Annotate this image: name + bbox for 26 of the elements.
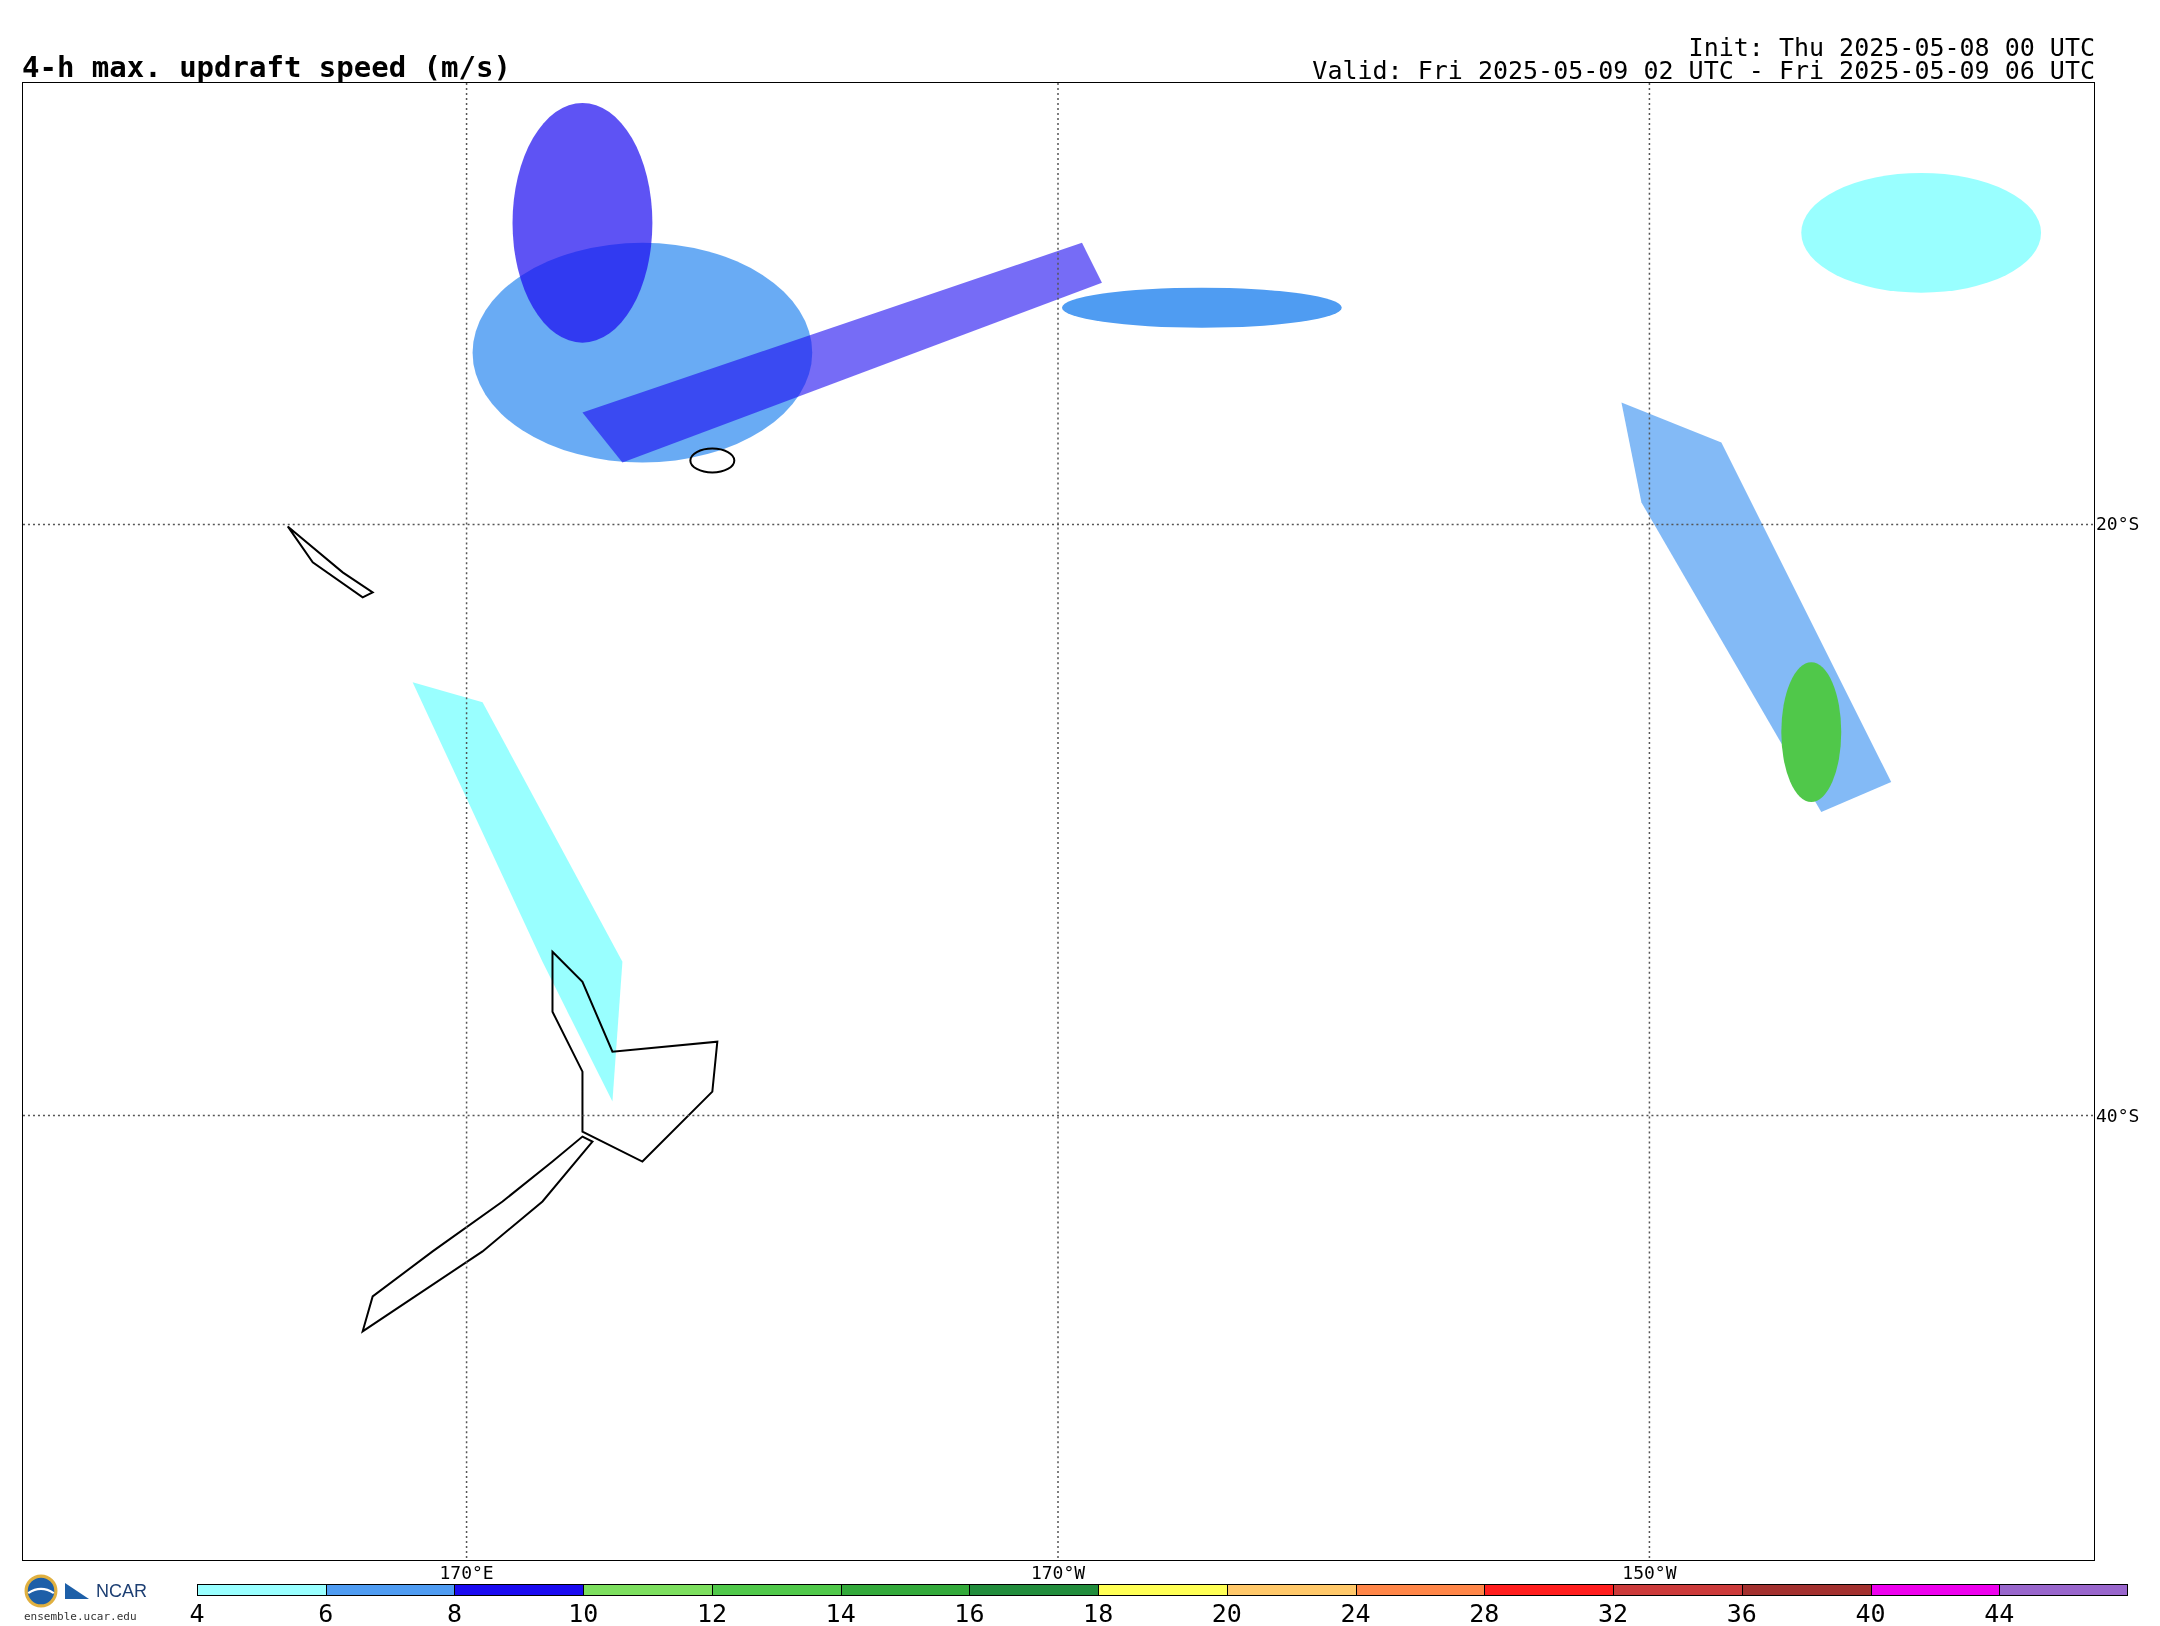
globe-logo-icon — [24, 1574, 58, 1608]
scale-label: 36 — [1726, 1600, 1757, 1626]
latitude-label: 20°S — [2095, 515, 2140, 534]
scale-label: 40 — [1855, 1600, 1886, 1626]
scale-label: 8 — [446, 1600, 462, 1626]
scale-label: 14 — [825, 1600, 856, 1626]
site-url: ensemble.ucar.edu — [24, 1610, 138, 1623]
scale-label: 20 — [1211, 1600, 1242, 1626]
scale-label: 16 — [954, 1600, 985, 1626]
valid-time: Valid: Fri 2025-05-09 02 UTC - Fri 2025-05-09 06 UTC — [1312, 59, 2095, 82]
scale-label: 10 — [568, 1600, 599, 1626]
scale-label: 44 — [1984, 1600, 2015, 1626]
latitude-label: 40°S — [2095, 1106, 2140, 1125]
scale-label: 12 — [696, 1600, 727, 1626]
longitude-label: 170°E — [439, 1564, 494, 1582]
longitude-label: 150°W — [1622, 1564, 1677, 1582]
scale-label: 18 — [1083, 1600, 1114, 1626]
chart-title: 4-h max. updraft speed (m/s) — [22, 52, 511, 82]
longitude-label: 170°W — [1030, 1564, 1086, 1582]
scale-label: 28 — [1469, 1600, 1500, 1626]
scale-label: 24 — [1340, 1600, 1371, 1626]
scale-label: 4 — [189, 1600, 205, 1626]
scale-label: 32 — [1598, 1600, 1629, 1626]
init-time: Init: Thu 2025-05-08 00 UTC — [1688, 36, 2095, 59]
logo-text: NCAR — [96, 1580, 147, 1602]
scale-label: 6 — [318, 1600, 334, 1626]
